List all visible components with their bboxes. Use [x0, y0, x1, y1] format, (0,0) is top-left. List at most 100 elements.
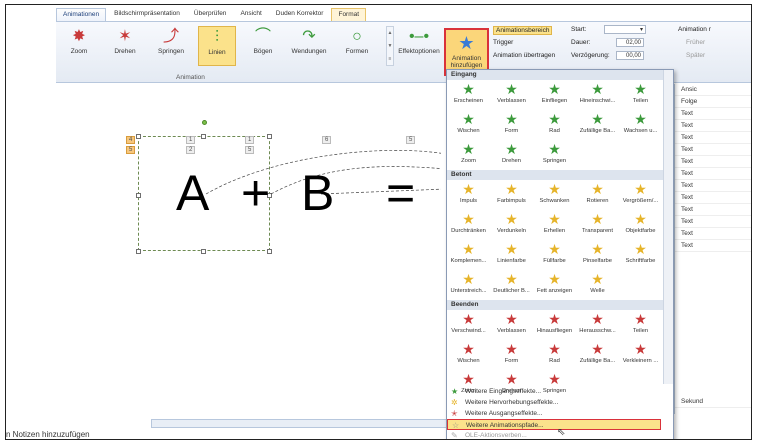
pane-row[interactable]: Text: [675, 168, 751, 180]
bounce-label: Springen: [157, 48, 185, 55]
effect-item[interactable]: ★ Füllfarbe: [533, 240, 576, 270]
more-emphasis-effects-link[interactable]: ✲ Weitere Hervorhebungseffekte...: [447, 397, 661, 408]
tab-duden[interactable]: Duden Korrektor: [270, 8, 330, 21]
effect-item[interactable]: ★ Zufällige Ba...: [576, 110, 619, 140]
move-earlier-button[interactable]: Früher: [686, 39, 705, 46]
notes-placeholder[interactable]: n Notizen hinzuzufügen: [6, 430, 90, 439]
more-exit-effects-link[interactable]: ✭ Weitere Ausgangseffekte...: [447, 408, 661, 419]
effect-item[interactable]: ★ Verblassen: [490, 310, 533, 340]
effect-item[interactable]: ★ Impuls: [447, 180, 490, 210]
effect-label: Erhellen: [543, 228, 566, 234]
effect-label: Deutlicher B...: [493, 288, 530, 294]
effect-item[interactable]: ★ Transparent: [576, 210, 619, 240]
tab-format[interactable]: Format: [331, 8, 367, 21]
pane-row[interactable]: Text: [675, 132, 751, 144]
effect-label: Teilen: [632, 98, 649, 104]
pane-row[interactable]: Text: [675, 180, 751, 192]
spin-button[interactable]: ✶ Drehen: [106, 26, 144, 66]
duration-label: Dauer:: [571, 39, 591, 46]
lines-button[interactable]: ⫶ Linien: [198, 26, 236, 66]
pane-row[interactable]: Text: [675, 216, 751, 228]
effect-item[interactable]: ★ Drehen: [490, 140, 533, 170]
animation-painter-button[interactable]: Animation übertragen: [493, 52, 555, 59]
move-later-button[interactable]: Später: [686, 52, 705, 59]
effect-item[interactable]: ★ Verdunkeln: [490, 210, 533, 240]
effect-item[interactable]: ★ Springen: [533, 140, 576, 170]
effect-item[interactable]: ★ Hinausfliegen: [533, 310, 576, 340]
start-dropdown[interactable]: ▾: [604, 25, 646, 34]
pane-row[interactable]: Folge: [675, 96, 751, 108]
effect-item[interactable]: ★ Fett anzeigen: [533, 270, 576, 300]
more-entrance-effects-link[interactable]: ★ Weitere Eingangseffekte...: [447, 386, 661, 397]
effect-item[interactable]: ★ Wischen: [447, 340, 490, 370]
link-label: Weitere Eingangseffekte...: [465, 388, 542, 395]
tab-view[interactable]: Ansicht: [234, 8, 267, 21]
gallery-section-header: Beenden: [447, 300, 673, 310]
effect-item[interactable]: ★ Zufällige Ba...: [576, 340, 619, 370]
effect-item[interactable]: ★ Farbimpuls: [490, 180, 533, 210]
effect-item[interactable]: ★ Verschwind...: [447, 310, 490, 340]
pane-row[interactable]: Ansic: [675, 84, 751, 96]
pane-row[interactable]: Text: [675, 108, 751, 120]
bounce-icon: ⤴: [162, 28, 179, 45]
effect-item[interactable]: ★ Form: [490, 340, 533, 370]
tab-animationen[interactable]: Animationen: [56, 8, 107, 21]
pane-row[interactable]: Text: [675, 240, 751, 252]
bounce-button[interactable]: ⤴ Springen: [152, 26, 190, 66]
effect-item[interactable]: ★ Zoom: [447, 140, 490, 170]
gallery-scrollbar[interactable]: [663, 70, 673, 384]
effect-item[interactable]: ★ Herausschw...: [576, 310, 619, 340]
more-motion-paths-link[interactable]: ☆ Weitere Animationspfade...: [447, 419, 661, 430]
effect-item[interactable]: ★ Einfliegen: [533, 80, 576, 110]
zoom-button[interactable]: ✸ Zoom: [60, 26, 98, 66]
effect-options-button[interactable]: •–• Effektoptionen: [398, 26, 440, 66]
effect-item[interactable]: ★ Erscheinen: [447, 80, 490, 110]
delay-field[interactable]: 00,00: [616, 51, 644, 60]
pane-row[interactable]: Text: [675, 204, 751, 216]
trigger-button[interactable]: Trigger: [493, 39, 513, 46]
effect-item[interactable]: ★ Wischen: [447, 110, 490, 140]
pane-row[interactable]: Text: [675, 156, 751, 168]
gallery-scroll[interactable]: ▲ ▼ ≡: [386, 26, 394, 66]
effect-item[interactable]: ★ Rad: [533, 340, 576, 370]
tab-slideshow[interactable]: Bildschirmpräsentation: [108, 8, 186, 21]
effect-item[interactable]: ★ Pinselfarbe: [576, 240, 619, 270]
effect-item[interactable]: ★ Komplemen...: [447, 240, 490, 270]
effect-item[interactable]: ★ Schwanken: [533, 180, 576, 210]
effect-item[interactable]: ★ Teilen: [619, 80, 662, 110]
effect-item[interactable]: ★ Linienfarbe: [490, 240, 533, 270]
effect-item[interactable]: ★ Wachsen u...: [619, 110, 662, 140]
zoom-star-icon: ✸: [72, 28, 86, 45]
effect-item[interactable]: ★ Rotieren: [576, 180, 619, 210]
effect-item[interactable]: ★ Form: [490, 110, 533, 140]
effect-item[interactable]: ★ Durchtränken: [447, 210, 490, 240]
effect-item[interactable]: ★ Objektfarbe: [619, 210, 662, 240]
effect-item[interactable]: ★ Vergrößern/...: [619, 180, 662, 210]
tab-review[interactable]: Überprüfen: [188, 8, 233, 21]
pane-row[interactable]: Text: [675, 228, 751, 240]
effect-item[interactable]: ★ Erhellen: [533, 210, 576, 240]
pane-timeline[interactable]: Sekund: [675, 396, 751, 408]
slide-canvas[interactable]: 4 5 1 2 1 5 6 5 A + B =: [56, 84, 441, 416]
effect-item[interactable]: ★ Rad: [533, 110, 576, 140]
effect-star-icon: ★: [591, 81, 604, 97]
pane-row[interactable]: Text: [675, 192, 751, 204]
effect-item[interactable]: ★ Deutlicher B...: [490, 270, 533, 300]
arcs-button[interactable]: ⌒ Bögen: [244, 26, 282, 66]
effect-item[interactable]: ★ Hineinschwi...: [576, 80, 619, 110]
effect-label: Rotieren: [586, 198, 609, 204]
effect-item[interactable]: ★ Teilen: [619, 310, 662, 340]
effect-item[interactable]: ★ Unterstreich...: [447, 270, 490, 300]
duration-field[interactable]: 02,00: [616, 38, 644, 47]
effect-star-icon: ★: [548, 341, 561, 357]
animation-pane-button[interactable]: Animationsbereich: [493, 26, 553, 35]
shapes-button[interactable]: ○ Formen: [338, 26, 376, 66]
effect-item[interactable]: ★ Schriftfarbe: [619, 240, 662, 270]
pane-row[interactable]: Text: [675, 120, 751, 132]
effect-star-icon: ★: [548, 271, 561, 287]
effect-item[interactable]: ★ Verkleinern ...: [619, 340, 662, 370]
pane-row[interactable]: Text: [675, 144, 751, 156]
turns-button[interactable]: ↷ Wendungen: [290, 26, 328, 66]
effect-item[interactable]: ★ Verblassen: [490, 80, 533, 110]
effect-item[interactable]: ★ Welle: [576, 270, 619, 300]
